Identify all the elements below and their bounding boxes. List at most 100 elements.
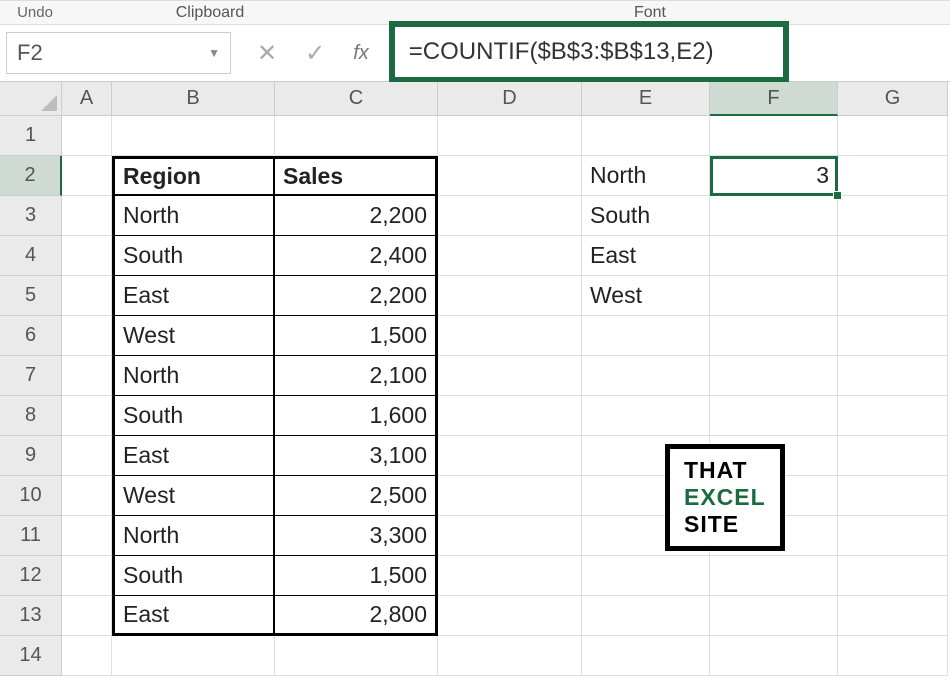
cell-A6[interactable] — [62, 316, 112, 356]
cell-F8[interactable] — [710, 396, 838, 436]
col-header-B[interactable]: B — [112, 82, 275, 116]
cell-D14[interactable] — [438, 636, 582, 676]
cell-C2[interactable]: Sales — [275, 156, 438, 196]
cell-A1[interactable] — [62, 116, 112, 156]
cell-E6[interactable] — [582, 316, 710, 356]
cell-G7[interactable] — [838, 356, 948, 396]
cell-D5[interactable] — [438, 276, 582, 316]
row-label-13[interactable]: 13 — [0, 596, 62, 636]
cell-B10[interactable]: West — [112, 476, 275, 516]
cell-B6[interactable]: West — [112, 316, 275, 356]
cell-F3[interactable] — [710, 196, 838, 236]
cell-A5[interactable] — [62, 276, 112, 316]
cell-D13[interactable] — [438, 596, 582, 636]
cell-E14[interactable] — [582, 636, 710, 676]
cell-B3[interactable]: North — [112, 196, 275, 236]
formula-input[interactable]: =COUNTIF($B$3:$B$13,E2) — [409, 38, 714, 66]
col-header-E[interactable]: E — [582, 82, 710, 116]
cell-D10[interactable] — [438, 476, 582, 516]
cell-G11[interactable] — [838, 516, 948, 556]
cell-G1[interactable] — [838, 116, 948, 156]
cell-B4[interactable]: South — [112, 236, 275, 276]
col-header-D[interactable]: D — [438, 82, 582, 116]
select-all-triangle[interactable] — [0, 82, 62, 116]
cell-D4[interactable] — [438, 236, 582, 276]
cell-B11[interactable]: North — [112, 516, 275, 556]
cell-D11[interactable] — [438, 516, 582, 556]
cell-F13[interactable] — [710, 596, 838, 636]
cell-D3[interactable] — [438, 196, 582, 236]
cell-G12[interactable] — [838, 556, 948, 596]
cell-C8[interactable]: 1,600 — [275, 396, 438, 436]
cell-E1[interactable] — [582, 116, 710, 156]
row-label-10[interactable]: 10 — [0, 476, 62, 516]
cell-G4[interactable] — [838, 236, 948, 276]
row-label-2[interactable]: 2 — [0, 156, 62, 196]
cell-C14[interactable] — [275, 636, 438, 676]
cell-B5[interactable]: East — [112, 276, 275, 316]
cell-C11[interactable]: 3,300 — [275, 516, 438, 556]
cell-G9[interactable] — [838, 436, 948, 476]
col-header-C[interactable]: C — [275, 82, 438, 116]
cell-E3[interactable]: South — [582, 196, 710, 236]
cell-E5[interactable]: West — [582, 276, 710, 316]
cell-C3[interactable]: 2,200 — [275, 196, 438, 236]
row-label-7[interactable]: 7 — [0, 356, 62, 396]
cell-B13[interactable]: East — [112, 596, 275, 636]
col-header-G[interactable]: G — [838, 82, 948, 116]
cell-C7[interactable]: 2,100 — [275, 356, 438, 396]
chevron-down-icon[interactable]: ▼ — [208, 46, 220, 60]
cell-D2[interactable] — [438, 156, 582, 196]
cell-G2[interactable] — [838, 156, 948, 196]
cell-A13[interactable] — [62, 596, 112, 636]
cell-A7[interactable] — [62, 356, 112, 396]
cell-G10[interactable] — [838, 476, 948, 516]
cell-C1[interactable] — [275, 116, 438, 156]
cell-E4[interactable]: East — [582, 236, 710, 276]
cell-A2[interactable] — [62, 156, 112, 196]
row-label-1[interactable]: 1 — [0, 116, 62, 156]
row-label-4[interactable]: 4 — [0, 236, 62, 276]
cell-A9[interactable] — [62, 436, 112, 476]
cell-A14[interactable] — [62, 636, 112, 676]
cell-G5[interactable] — [838, 276, 948, 316]
cell-C5[interactable]: 2,200 — [275, 276, 438, 316]
cell-B1[interactable] — [112, 116, 275, 156]
spreadsheet-grid[interactable]: A B C D E F G 1 2 Region Sales North 3 — [0, 82, 950, 676]
cell-G14[interactable] — [838, 636, 948, 676]
row-label-6[interactable]: 6 — [0, 316, 62, 356]
cell-F1[interactable] — [710, 116, 838, 156]
col-header-F[interactable]: F — [710, 82, 838, 116]
cell-A3[interactable] — [62, 196, 112, 236]
cell-E2[interactable]: North — [582, 156, 710, 196]
cell-B12[interactable]: South — [112, 556, 275, 596]
cell-G3[interactable] — [838, 196, 948, 236]
cancel-icon[interactable]: ✕ — [257, 39, 277, 68]
cell-D12[interactable] — [438, 556, 582, 596]
row-label-8[interactable]: 8 — [0, 396, 62, 436]
fill-handle[interactable] — [833, 191, 842, 200]
cell-E12[interactable] — [582, 556, 710, 596]
cell-E7[interactable] — [582, 356, 710, 396]
cell-F4[interactable] — [710, 236, 838, 276]
cell-C10[interactable]: 2,500 — [275, 476, 438, 516]
cell-F5[interactable] — [710, 276, 838, 316]
cell-B8[interactable]: South — [112, 396, 275, 436]
cell-A11[interactable] — [62, 516, 112, 556]
name-box[interactable]: F2 ▼ — [6, 32, 231, 74]
cell-C4[interactable]: 2,400 — [275, 236, 438, 276]
fx-icon[interactable]: fx — [353, 42, 369, 65]
cell-E8[interactable] — [582, 396, 710, 436]
cell-B14[interactable] — [112, 636, 275, 676]
cell-C13[interactable]: 2,800 — [275, 596, 438, 636]
cell-E13[interactable] — [582, 596, 710, 636]
row-label-12[interactable]: 12 — [0, 556, 62, 596]
cell-B9[interactable]: East — [112, 436, 275, 476]
cell-A4[interactable] — [62, 236, 112, 276]
cell-F14[interactable] — [710, 636, 838, 676]
row-label-11[interactable]: 11 — [0, 516, 62, 556]
cell-C6[interactable]: 1,500 — [275, 316, 438, 356]
row-label-5[interactable]: 5 — [0, 276, 62, 316]
cell-B2[interactable]: Region — [112, 156, 275, 196]
col-header-A[interactable]: A — [62, 82, 112, 116]
